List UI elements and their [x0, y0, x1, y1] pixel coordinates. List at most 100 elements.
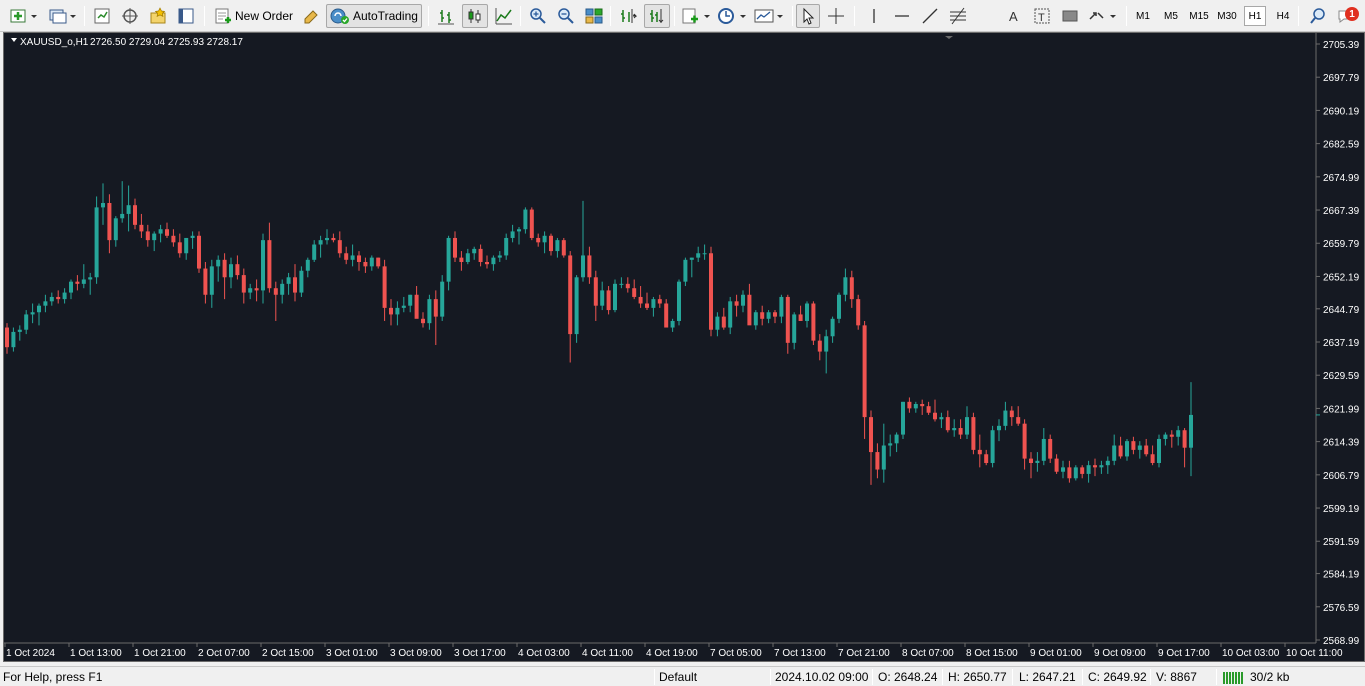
time-tick-label: 7 Oct 13:00: [774, 648, 826, 659]
candle-body: [657, 299, 662, 304]
timeframe-h1[interactable]: H1: [1244, 6, 1266, 26]
search-icon: [1310, 8, 1325, 24]
time-tick-label: 3 Oct 17:00: [454, 648, 506, 659]
candle-body: [958, 428, 963, 435]
timeframe-m15[interactable]: M15: [1186, 6, 1212, 26]
fibonacci-button[interactable]: [946, 4, 970, 28]
rectangle-button[interactable]: [1058, 4, 1082, 28]
search-button[interactable]: [1306, 4, 1330, 28]
toolbar-separator: [84, 6, 85, 26]
candle-body: [382, 266, 387, 308]
candle: [657, 294, 662, 308]
horizontal-line-button[interactable]: [890, 4, 914, 28]
candle: [43, 294, 48, 313]
profiles-button[interactable]: [46, 4, 78, 28]
templates-button[interactable]: [752, 4, 786, 28]
timeframe-h4[interactable]: H4: [1272, 6, 1294, 26]
candle: [1041, 428, 1046, 466]
timeframe-m30[interactable]: M30: [1214, 6, 1240, 26]
candle: [1086, 460, 1091, 483]
status-separator: [872, 669, 873, 685]
autoscroll-button[interactable]: [644, 4, 670, 28]
candle-body: [939, 417, 944, 420]
candle: [645, 292, 649, 311]
candle: [165, 222, 169, 238]
metaeditor-button[interactable]: [300, 4, 322, 28]
price-tick-label: 2705.39: [1323, 40, 1360, 51]
crosshair-button[interactable]: [824, 4, 848, 28]
autotrading-button[interactable]: AutoTrading: [326, 4, 422, 28]
status-volume: V: 8867: [1156, 670, 1197, 684]
candle-body: [421, 318, 425, 324]
price-tick-label: 2629.59: [1323, 371, 1360, 382]
periods-button[interactable]: [716, 4, 748, 28]
candle: [785, 294, 790, 354]
line-chart-button[interactable]: [492, 4, 516, 28]
candle: [965, 406, 969, 439]
arrows-button[interactable]: [1086, 4, 1120, 28]
candle-body: [536, 237, 541, 243]
trendline-button[interactable]: [918, 4, 942, 28]
cursor-button[interactable]: [796, 4, 820, 28]
status-datetime: 2024.10.02 09:00: [775, 670, 869, 684]
timeframe-m5[interactable]: M5: [1160, 6, 1182, 26]
candle: [312, 240, 317, 262]
candle: [523, 207, 528, 234]
candle-body: [453, 237, 457, 258]
candle: [901, 401, 905, 439]
candle-body: [216, 259, 221, 267]
candle: [779, 294, 784, 324]
candle-body: [158, 229, 163, 234]
candle: [670, 318, 675, 332]
candle-body: [990, 430, 995, 463]
tile-windows-button[interactable]: [582, 4, 606, 28]
candle-body: [1144, 445, 1149, 455]
zoom-out-button[interactable]: [554, 4, 578, 28]
chart-menu-triangle-icon[interactable]: [11, 38, 17, 42]
chart-shift-button[interactable]: [616, 4, 640, 28]
candle: [1150, 445, 1155, 466]
candle-body: [152, 233, 157, 241]
candlestick-button[interactable]: [462, 4, 488, 28]
candle-body: [337, 240, 342, 254]
candle-body: [325, 237, 329, 241]
candlestick-chart[interactable]: 2705.39 2697.79 2690.19 2682.59 2674.99 2667.…: [4, 33, 1364, 661]
new-chart-button[interactable]: [8, 4, 40, 28]
navigator-button[interactable]: [118, 4, 142, 28]
rectangle-icon: [1062, 10, 1078, 22]
new-order-button[interactable]: New Order: [210, 4, 296, 28]
candle-body: [145, 231, 150, 241]
autoscroll-icon: [650, 9, 664, 23]
candle: [510, 224, 515, 243]
candle-body: [37, 305, 41, 313]
favorites-button[interactable]: [146, 4, 170, 28]
text-button[interactable]: A: [1002, 4, 1026, 28]
chart-window[interactable]: 2705.39 2697.79 2690.19 2682.59 2674.99 2667.…: [3, 32, 1365, 662]
candle: [446, 235, 451, 291]
price-tick-label: 2674.99: [1323, 173, 1360, 184]
candle-body: [120, 213, 125, 219]
candle-body: [414, 294, 419, 319]
candle: [62, 288, 67, 304]
candle-body: [312, 244, 317, 260]
candle-body: [1169, 434, 1174, 437]
candle: [1112, 434, 1117, 466]
text-label-button[interactable]: T: [1030, 4, 1054, 28]
bar-chart-button[interactable]: [434, 4, 458, 28]
candle: [1176, 425, 1181, 446]
terminal-button[interactable]: [174, 4, 198, 28]
indicators-button[interactable]: [680, 4, 712, 28]
candle-body: [709, 253, 713, 330]
candle-body: [504, 237, 509, 256]
status-profile[interactable]: Default: [659, 670, 697, 686]
svg-text:A: A: [1009, 9, 1018, 24]
candle: [517, 227, 521, 245]
market-watch-button[interactable]: [90, 4, 114, 28]
zoom-in-button[interactable]: [526, 4, 550, 28]
vertical-line-button[interactable]: [862, 4, 886, 28]
candle-body: [478, 248, 483, 262]
candle-body: [1067, 467, 1072, 479]
candle: [158, 224, 163, 243]
candle: [824, 329, 829, 374]
timeframe-m1[interactable]: M1: [1132, 6, 1154, 26]
